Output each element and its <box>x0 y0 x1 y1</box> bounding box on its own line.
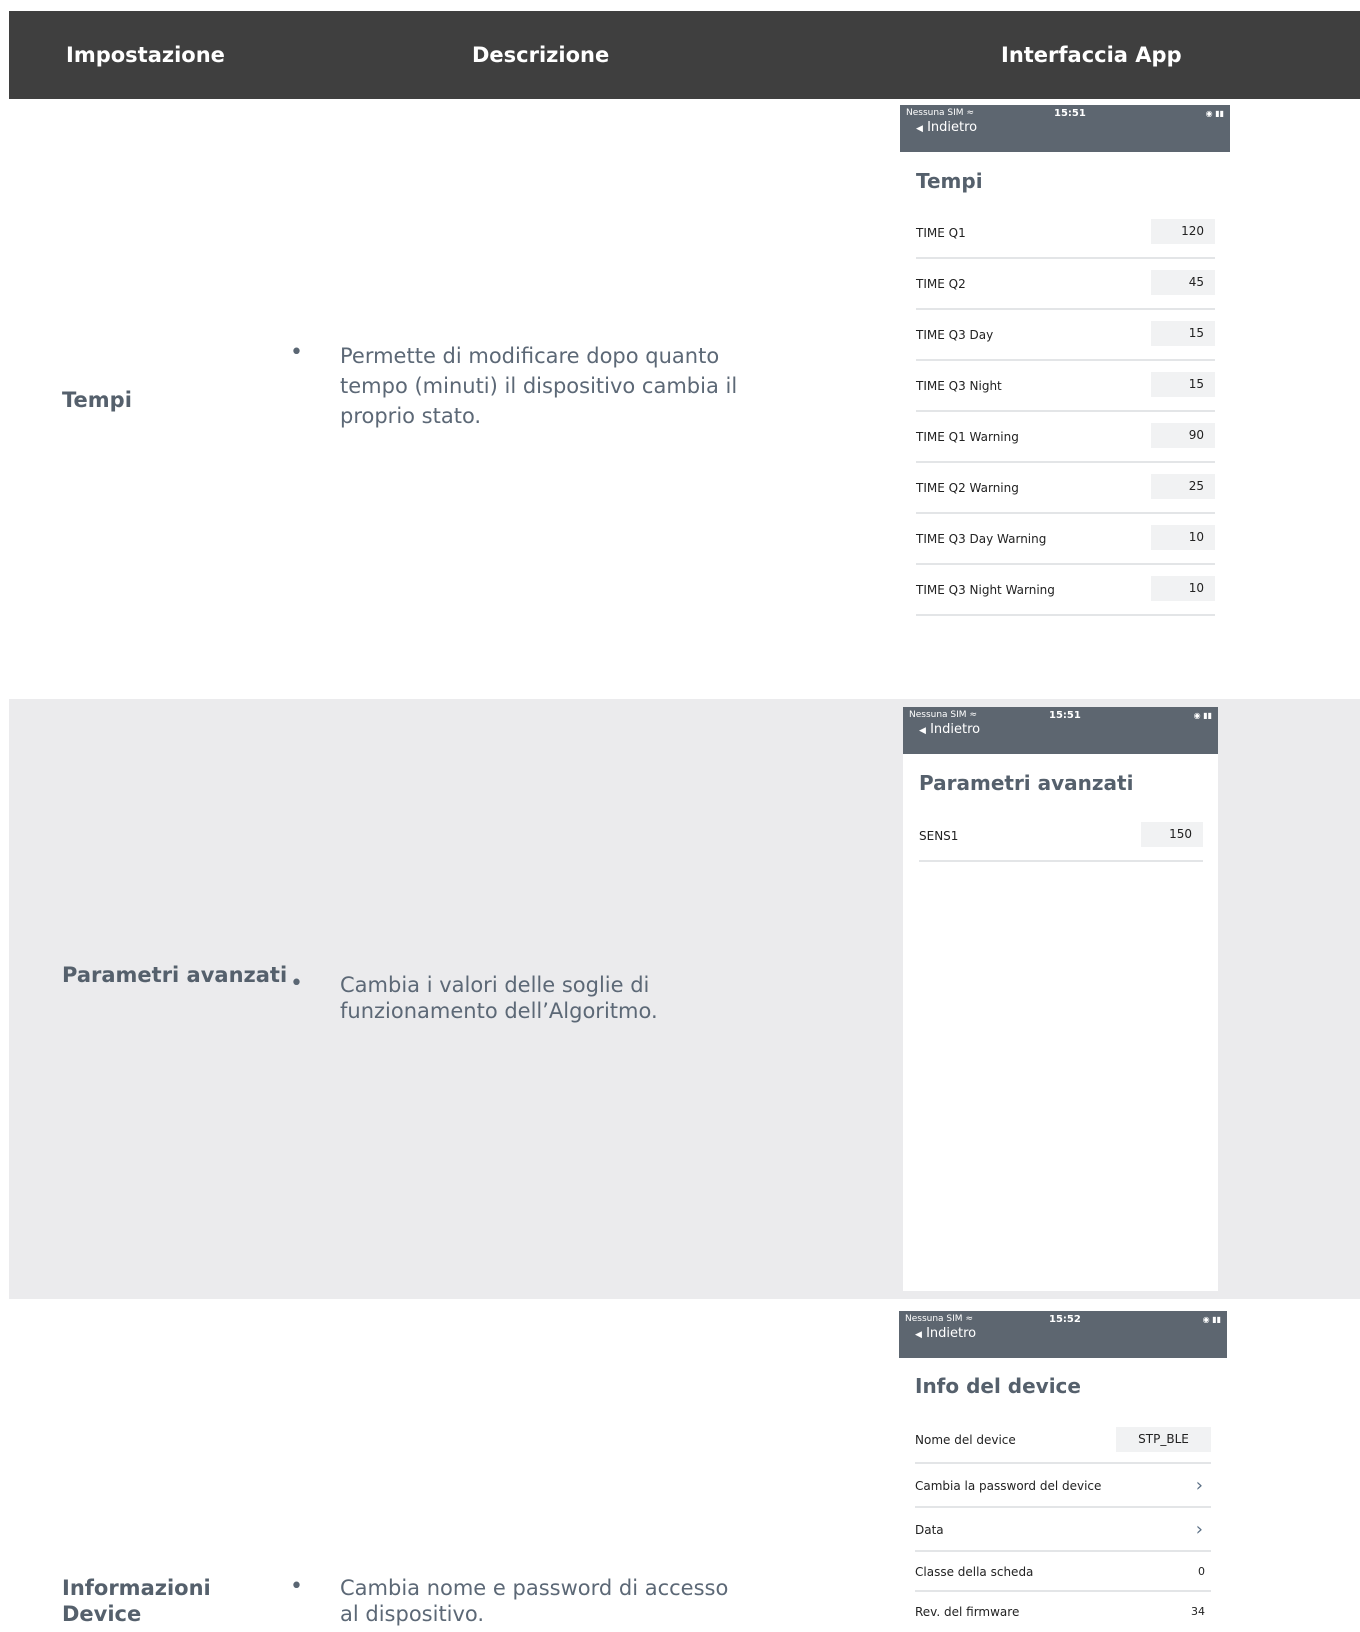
header-app-interface: Interfaccia App <box>1001 43 1182 67</box>
row-label: Rev. del firmware <box>915 1605 1020 1619</box>
back-label: Indietro <box>927 120 978 135</box>
bullet: • <box>290 1574 303 1599</box>
list-row: TIME Q3 Night 15 <box>916 361 1215 412</box>
list-row: TIME Q1 Warning 90 <box>916 412 1215 463</box>
back-button[interactable]: ◀ Indietro <box>915 1326 976 1341</box>
row-label: Classe della scheda <box>915 1565 1034 1579</box>
screen-title: Tempi <box>916 169 983 193</box>
list-row: Nome del device STP_BLE <box>915 1416 1211 1464</box>
row-value: 34 <box>1191 1605 1205 1618</box>
phone-screen-tempi: Nessuna SIM ≈ 15:51 ◉ ▮▮ ◀ Indietro Temp… <box>900 105 1230 625</box>
clock: 15:51 <box>1049 710 1081 721</box>
description: Permette di modificare dopo quanto tempo… <box>340 344 738 428</box>
back-label: Indietro <box>930 722 981 737</box>
wifi-icon: ≈ <box>965 1314 973 1324</box>
wifi-icon: ≈ <box>969 710 977 720</box>
value-input[interactable]: 25 <box>1151 474 1215 499</box>
list-row: TIME Q1 120 <box>916 208 1215 259</box>
value-input[interactable]: 90 <box>1151 423 1215 448</box>
row-label: Data <box>915 1523 944 1537</box>
bullet: • <box>290 340 303 365</box>
setting-name: Parametri avanzati <box>62 963 288 987</box>
list-row: SENS1 150 <box>919 811 1203 862</box>
list-row: TIME Q3 Night Warning 10 <box>916 565 1215 616</box>
row-label: TIME Q3 Day Warning <box>916 532 1047 546</box>
carrier-label: Nessuna SIM <box>906 108 964 118</box>
value-input[interactable]: 10 <box>1151 525 1215 550</box>
clock: 15:52 <box>1049 1314 1081 1325</box>
settings-list: TIME Q1 120 TIME Q2 45 TIME Q3 Day 15 TI… <box>916 208 1215 616</box>
settings-list: Nome del device STP_BLE Cambia la passwo… <box>915 1416 1211 1632</box>
back-button[interactable]: ◀ Indietro <box>916 120 977 135</box>
clock: 15:51 <box>1054 108 1086 119</box>
battery-icon: ◉ ▮▮ <box>1205 109 1224 118</box>
header-description: Descrizione <box>472 43 610 67</box>
header-setting: Impostazione <box>66 43 225 67</box>
value-input[interactable]: 120 <box>1151 219 1215 244</box>
phone-screen-info: Nessuna SIM ≈ 15:52 ◉ ▮▮ ◀ Indietro Info… <box>899 1311 1227 1625</box>
value-input[interactable]: 10 <box>1151 576 1215 601</box>
screen-title: Parametri avanzati <box>919 771 1134 795</box>
row-label: TIME Q3 Night Warning <box>916 583 1055 597</box>
row-label: TIME Q1 <box>916 226 966 240</box>
table-header: Impostazione Descrizione Interfaccia App <box>9 11 1360 99</box>
row-value: 0 <box>1198 1565 1205 1578</box>
screen-title: Info del device <box>915 1374 1081 1398</box>
value-input[interactable]: 15 <box>1151 372 1215 397</box>
phone-navbar: Nessuna SIM ≈ 15:51 ◉ ▮▮ ◀ Indietro <box>900 105 1230 152</box>
carrier-label: Nessuna SIM <box>905 1314 963 1324</box>
value-input[interactable]: 45 <box>1151 270 1215 295</box>
phone-navbar: Nessuna SIM ≈ 15:51 ◉ ▮▮ ◀ Indietro <box>903 707 1218 754</box>
value-input[interactable]: 150 <box>1141 822 1203 847</box>
row-label: TIME Q2 <box>916 277 966 291</box>
row-label: TIME Q1 Warning <box>916 430 1019 444</box>
setting-name: Informazioni Device <box>62 1576 211 1626</box>
settings-list: SENS1 150 <box>919 811 1203 862</box>
list-row: TIME Q2 45 <box>916 259 1215 310</box>
chevron-right-icon: › <box>1195 1519 1203 1540</box>
value-input[interactable]: 15 <box>1151 321 1215 346</box>
bullet: • <box>290 971 303 996</box>
row-label: SENS1 <box>919 829 959 843</box>
phone-screen-parametri: Nessuna SIM ≈ 15:51 ◉ ▮▮ ◀ Indietro Para… <box>903 707 1218 1291</box>
battery-icon: ◉ ▮▮ <box>1193 711 1212 720</box>
carrier-label: Nessuna SIM <box>909 710 967 720</box>
description: Cambia i valori delle soglie di funziona… <box>340 973 658 1023</box>
row-label: Nome del device <box>915 1433 1016 1447</box>
chevron-left-icon: ◀ <box>915 1330 922 1340</box>
change-password-row[interactable]: Cambia la password del device › <box>915 1464 1211 1508</box>
date-row[interactable]: Data › <box>915 1508 1211 1552</box>
phone-navbar: Nessuna SIM ≈ 15:52 ◉ ▮▮ ◀ Indietro <box>899 1311 1227 1358</box>
list-row: TIME Q3 Day 15 <box>916 310 1215 361</box>
back-label: Indietro <box>926 1326 977 1341</box>
list-row: Classe della scheda 0 <box>915 1552 1211 1592</box>
list-row: TIME Q2 Warning 25 <box>916 463 1215 514</box>
description: Cambia nome e password di accesso al dis… <box>340 1576 729 1626</box>
setting-name: Tempi <box>62 388 132 412</box>
device-name-input[interactable]: STP_BLE <box>1116 1427 1211 1452</box>
chevron-left-icon: ◀ <box>916 124 923 134</box>
wifi-icon: ≈ <box>966 108 974 118</box>
back-button[interactable]: ◀ Indietro <box>919 722 980 737</box>
row-label: TIME Q3 Day <box>916 328 994 342</box>
list-row: Rev. del firmware 34 <box>915 1592 1211 1632</box>
chevron-left-icon: ◀ <box>919 726 926 736</box>
row-label: TIME Q2 Warning <box>916 481 1019 495</box>
list-row: TIME Q3 Day Warning 10 <box>916 514 1215 565</box>
chevron-right-icon: › <box>1195 1475 1203 1496</box>
row-label: TIME Q3 Night <box>916 379 1002 393</box>
battery-icon: ◉ ▮▮ <box>1202 1315 1221 1324</box>
row-label: Cambia la password del device <box>915 1479 1102 1493</box>
